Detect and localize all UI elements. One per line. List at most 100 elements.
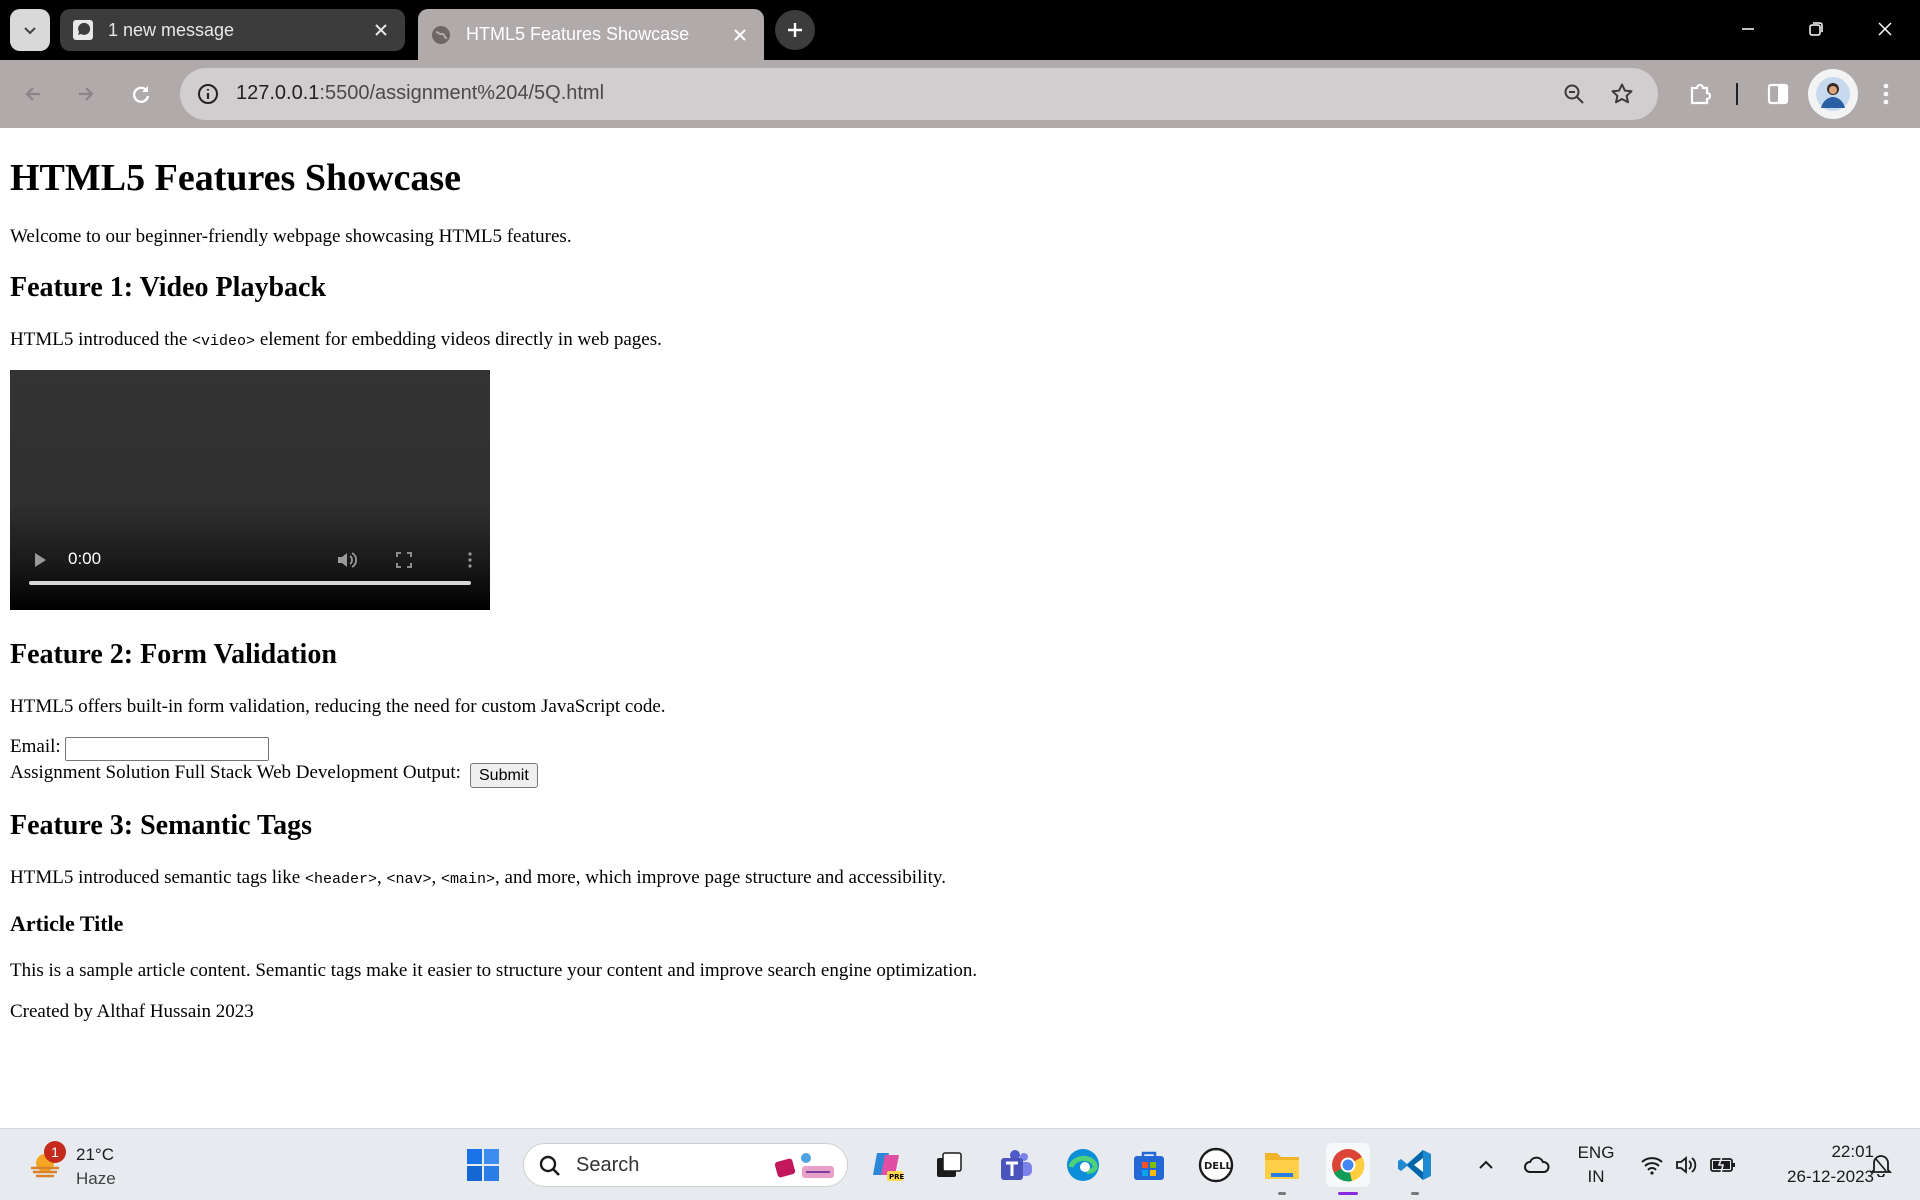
tab-messages[interactable]: 1 new message — [60, 9, 405, 51]
plus-icon — [788, 23, 802, 37]
forward-button[interactable] — [66, 74, 106, 114]
copilot-icon: PRE — [873, 1153, 905, 1181]
minimize-icon — [1742, 28, 1754, 30]
close-icon[interactable] — [728, 23, 752, 47]
url-text[interactable]: 127.0.0.1:5500/assignment%204/5Q.html — [236, 82, 604, 105]
svg-text:DELL: DELL — [1204, 1161, 1233, 1172]
globe-icon — [432, 25, 450, 44]
clock-time[interactable]: 22:01 — [1754, 1142, 1874, 1162]
site-info-icon[interactable] — [194, 80, 222, 108]
feature2-text: HTML5 offers built-in form validation, r… — [10, 696, 666, 717]
notification-badge: 1 — [44, 1141, 66, 1163]
puzzle-icon — [1690, 83, 1712, 105]
chrome-icon — [1332, 1149, 1365, 1182]
search-icon — [539, 1155, 560, 1176]
whatsapp-icon — [73, 20, 93, 40]
svg-text:PRE: PRE — [889, 1173, 905, 1181]
minimize-button[interactable] — [1733, 14, 1763, 44]
video-progress-bar[interactable] — [29, 581, 471, 585]
search-highlight-icon — [774, 1153, 834, 1178]
header-tag-code: <header> — [304, 871, 377, 888]
web-page: HTML5 Features Showcase Welcome to our b… — [0, 128, 1920, 1128]
chevron-up-icon — [1479, 1160, 1493, 1169]
tab-search-button[interactable] — [10, 9, 50, 51]
battery-button[interactable] — [1705, 1143, 1741, 1187]
tab-title: HTML5 Features Showcase — [466, 24, 690, 44]
bookmark-star-icon[interactable] — [1608, 80, 1636, 108]
temperature: 21°C — [76, 1145, 114, 1164]
file-explorer-app[interactable] — [1260, 1143, 1304, 1195]
teams-icon — [1001, 1150, 1032, 1180]
url-path: :5500/assignment%204/5Q.html — [319, 82, 605, 104]
microsoft-store-app[interactable] — [1127, 1143, 1171, 1187]
vscode-app[interactable] — [1393, 1143, 1437, 1195]
video-tag-code: <video> — [192, 333, 256, 350]
tab-title: 1 new message — [108, 19, 235, 40]
footer-text: Created by Althaf Hussain 2023 — [10, 1001, 254, 1022]
arrow-left-icon — [25, 87, 40, 101]
new-tab-button[interactable] — [775, 10, 815, 50]
feature3-sep-2: , — [431, 867, 441, 888]
email-label: Email: — [10, 736, 61, 757]
weather-condition: Haze — [76, 1169, 116, 1188]
copilot-app[interactable]: PRE — [865, 1143, 909, 1187]
restore-button[interactable] — [1801, 14, 1831, 44]
browser-tab-strip: 1 new message HTML5 Features Showcase — [0, 0, 1920, 60]
tab-html5-showcase[interactable]: HTML5 Features Showcase — [418, 9, 764, 60]
video-more-icon[interactable] — [460, 550, 480, 570]
start-button[interactable] — [461, 1143, 505, 1187]
close-window-button[interactable] — [1870, 14, 1900, 44]
taskbar-search[interactable]: Search — [523, 1143, 848, 1187]
notification-center-button[interactable] — [1863, 1143, 1899, 1187]
dell-app[interactable]: DELL — [1194, 1143, 1238, 1187]
show-hidden-icons-button[interactable] — [1468, 1143, 1504, 1187]
volume-icon[interactable] — [335, 549, 359, 571]
feature1-text-before: HTML5 introduced the — [10, 329, 193, 350]
fullscreen-icon[interactable] — [394, 550, 414, 570]
language-indicator-bottom[interactable]: IN — [1576, 1167, 1616, 1187]
teams-app[interactable] — [994, 1143, 1038, 1187]
browser-menu-button[interactable] — [1866, 74, 1906, 114]
weather-widget[interactable]: 1 21°C Haze — [22, 1141, 142, 1191]
zoom-icon[interactable] — [1560, 80, 1588, 108]
chrome-app[interactable] — [1326, 1143, 1370, 1195]
arrow-right-icon — [79, 87, 94, 101]
email-field[interactable] — [65, 737, 269, 761]
browser-toolbar: 127.0.0.1:5500/assignment%204/5Q.html — [0, 60, 1920, 128]
bell-icon — [1870, 1155, 1892, 1177]
play-icon[interactable] — [30, 550, 50, 570]
submit-button[interactable]: Submit — [470, 763, 538, 788]
battery-charging-icon — [1710, 1156, 1735, 1174]
running-indicator — [1411, 1192, 1419, 1195]
reload-icon — [132, 86, 150, 103]
feature1-text: HTML5 introduced the <video> element for… — [10, 329, 662, 351]
close-icon[interactable] — [369, 18, 393, 42]
chevron-down-icon — [24, 27, 36, 35]
onedrive-button[interactable] — [1517, 1143, 1557, 1187]
edge-app[interactable] — [1061, 1143, 1105, 1187]
language-indicator-top[interactable]: ENG — [1576, 1143, 1616, 1163]
back-button[interactable] — [13, 74, 53, 114]
video-player[interactable]: 0:00 — [10, 370, 490, 610]
article-title: Article Title — [10, 911, 124, 936]
feature2-heading: Feature 2: Form Validation — [10, 639, 337, 670]
wifi-button[interactable] — [1634, 1143, 1670, 1187]
feature3-text-2: , and more, which improve page structure… — [495, 867, 946, 888]
article-content: This is a sample article content. Semant… — [10, 960, 978, 981]
side-panel-button[interactable] — [1758, 74, 1798, 114]
feature1-heading: Feature 1: Video Playback — [10, 272, 327, 303]
active-indicator — [1338, 1192, 1358, 1195]
main-tag-code: <main> — [441, 871, 496, 888]
dell-logo-icon: DELL — [1198, 1147, 1234, 1183]
extensions-button[interactable] — [1680, 74, 1720, 114]
profile-avatar[interactable] — [1808, 69, 1858, 119]
task-view-app[interactable] — [927, 1143, 971, 1187]
video-time: 0:00 — [68, 549, 102, 568]
restore-icon — [1809, 22, 1823, 36]
address-bar[interactable]: 127.0.0.1:5500/assignment%204/5Q.html — [180, 68, 1658, 120]
reload-button[interactable] — [121, 74, 161, 114]
feature3-heading: Feature 3: Semantic Tags — [10, 810, 313, 841]
folder-icon — [1265, 1153, 1299, 1179]
volume-button[interactable] — [1668, 1143, 1704, 1187]
clock-date[interactable]: 26-12-2023 — [1754, 1167, 1874, 1187]
